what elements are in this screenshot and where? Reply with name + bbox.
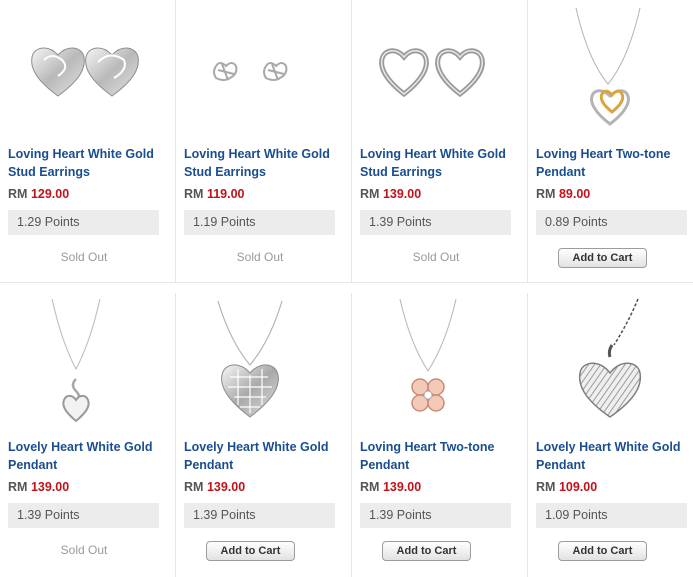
- product-price: RM 139.00: [8, 480, 69, 494]
- points-badge: 1.39 Points: [184, 503, 335, 528]
- product-image[interactable]: [352, 293, 528, 431]
- currency-label: RM: [536, 480, 556, 494]
- price-amount: 89.00: [558, 187, 591, 201]
- currency-label: RM: [360, 187, 380, 201]
- product-card: Lovely Heart White Gold Pendant RM 139.0…: [176, 293, 352, 577]
- product-name[interactable]: Loving Heart Two-tone Pendant: [360, 438, 520, 474]
- price-amount: 139.00: [382, 480, 422, 494]
- price-amount: 139.00: [206, 480, 246, 494]
- points-badge: 1.39 Points: [360, 503, 511, 528]
- add-to-cart-button[interactable]: Add to Cart: [382, 541, 471, 561]
- sold-out-label: Sold Out: [236, 250, 284, 264]
- product-card: Loving Heart Two-tone Pendant RM 89.00 0…: [528, 0, 693, 283]
- product-card: Loving Heart White Gold Stud Earrings RM…: [0, 0, 176, 283]
- price-amount: 139.00: [30, 480, 70, 494]
- product-card: Loving Heart White Gold Stud Earrings RM…: [352, 0, 528, 283]
- product-card: Lovely Heart White Gold Pendant RM 139.0…: [0, 293, 176, 577]
- product-image[interactable]: [0, 293, 176, 431]
- add-to-cart-button[interactable]: Add to Cart: [558, 248, 647, 268]
- product-price: RM 139.00: [360, 187, 421, 201]
- product-image[interactable]: [528, 293, 693, 431]
- points-badge: 0.89 Points: [536, 210, 687, 235]
- product-price: RM 89.00: [536, 187, 590, 201]
- product-name[interactable]: Loving Heart White Gold Stud Earrings: [8, 145, 168, 181]
- currency-label: RM: [360, 480, 380, 494]
- currency-label: RM: [184, 187, 204, 201]
- price-amount: 119.00: [206, 187, 245, 201]
- sold-out-label: Sold Out: [60, 250, 108, 264]
- sold-out-label: Sold Out: [60, 543, 108, 557]
- product-image[interactable]: [0, 0, 176, 138]
- product-price: RM 109.00: [536, 480, 597, 494]
- price-amount: 129.00: [30, 187, 70, 201]
- product-name[interactable]: Loving Heart White Gold Stud Earrings: [184, 145, 344, 181]
- product-name[interactable]: Lovely Heart White Gold Pendant: [184, 438, 344, 474]
- points-badge: 1.39 Points: [8, 503, 159, 528]
- product-image[interactable]: [352, 0, 528, 138]
- product-price: RM 139.00: [184, 480, 245, 494]
- product-image[interactable]: [176, 0, 352, 138]
- price-amount: 139.00: [382, 187, 422, 201]
- currency-label: RM: [8, 187, 28, 201]
- points-badge: 1.39 Points: [360, 210, 511, 235]
- add-to-cart-button[interactable]: Add to Cart: [206, 541, 295, 561]
- product-card: Loving Heart White Gold Stud Earrings RM…: [176, 0, 352, 283]
- sold-out-label: Sold Out: [412, 250, 460, 264]
- product-name[interactable]: Loving Heart White Gold Stud Earrings: [360, 145, 520, 181]
- product-price: RM 119.00: [184, 187, 244, 201]
- product-grid: Loving Heart White Gold Stud Earrings RM…: [0, 0, 693, 577]
- add-to-cart-button[interactable]: Add to Cart: [558, 541, 647, 561]
- product-name[interactable]: Lovely Heart White Gold Pendant: [536, 438, 693, 474]
- product-name[interactable]: Loving Heart Two-tone Pendant: [536, 145, 693, 181]
- product-image[interactable]: [176, 293, 352, 431]
- product-card: Loving Heart Two-tone Pendant RM 139.00 …: [352, 293, 528, 577]
- points-badge: 1.19 Points: [184, 210, 335, 235]
- currency-label: RM: [8, 480, 28, 494]
- price-amount: 109.00: [558, 480, 598, 494]
- product-image[interactable]: [528, 0, 693, 138]
- currency-label: RM: [184, 480, 204, 494]
- currency-label: RM: [536, 187, 556, 201]
- points-badge: 1.09 Points: [536, 503, 687, 528]
- product-price: RM 129.00: [8, 187, 69, 201]
- product-name[interactable]: Lovely Heart White Gold Pendant: [8, 438, 168, 474]
- product-price: RM 139.00: [360, 480, 421, 494]
- points-badge: 1.29 Points: [8, 210, 159, 235]
- product-card: Lovely Heart White Gold Pendant RM 109.0…: [528, 293, 693, 577]
